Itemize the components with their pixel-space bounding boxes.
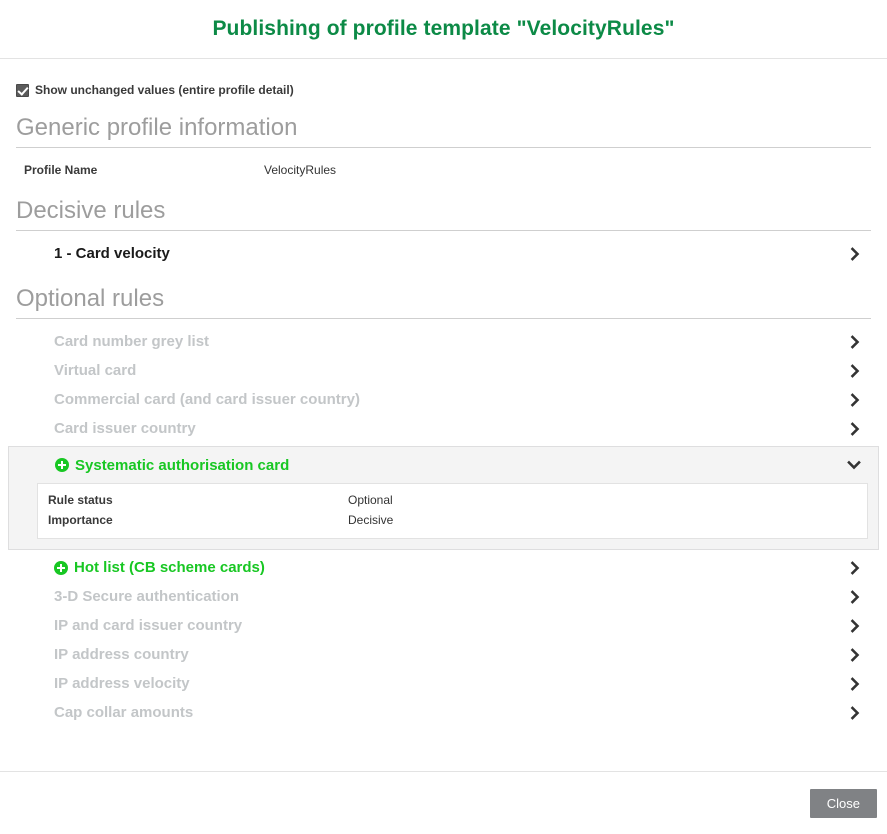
plus-circle-icon bbox=[54, 560, 68, 575]
rule-row-systematic-authorisation-card[interactable]: Systematic authorisation card bbox=[9, 447, 878, 483]
table-row: Rule status Optional bbox=[38, 490, 867, 510]
rule-status-label: Rule status bbox=[48, 493, 113, 507]
plus-circle-icon bbox=[55, 458, 69, 472]
chevron-right-icon[interactable] bbox=[847, 392, 863, 408]
rule-label: IP address velocity bbox=[54, 675, 190, 692]
rule-row-card-velocity[interactable]: 1 - Card velocity bbox=[8, 239, 879, 268]
rule-label: Hot list (CB scheme cards) bbox=[74, 559, 265, 576]
rule-row-card-issuer-country[interactable]: Card issuer country bbox=[8, 414, 879, 443]
rule-row-ip-address-velocity[interactable]: IP address velocity bbox=[8, 669, 879, 698]
rule-label: IP address country bbox=[54, 646, 189, 663]
profile-name-value: VelocityRules bbox=[264, 163, 337, 177]
importance-value: Decisive bbox=[348, 513, 394, 527]
rule-label: IP and card issuer country bbox=[54, 617, 243, 634]
rule-row-3d-secure-authentication[interactable]: 3-D Secure authentication bbox=[8, 582, 879, 611]
rule-label: Systematic authorisation card bbox=[75, 456, 290, 474]
table-row: Importance Decisive bbox=[38, 510, 867, 530]
chevron-right-icon[interactable] bbox=[847, 589, 863, 605]
chevron-down-icon[interactable] bbox=[846, 457, 862, 473]
rule-label: Card number grey list bbox=[54, 333, 210, 350]
rule-label: 1 - Card velocity bbox=[54, 245, 170, 262]
rule-label: Cap collar amounts bbox=[54, 704, 194, 721]
rule-panel-details: Rule status Optional Importance Decisive bbox=[37, 483, 868, 539]
chevron-right-icon[interactable] bbox=[847, 705, 863, 721]
rule-details-table: Rule status Optional Importance Decisive bbox=[38, 490, 867, 530]
section-header-generic-profile-information: Generic profile information bbox=[16, 113, 871, 148]
rule-row-hot-list[interactable]: Hot list (CB scheme cards) bbox=[8, 553, 879, 582]
section-header-decisive-rules: Decisive rules bbox=[16, 196, 871, 231]
rule-row-cap-collar-amounts[interactable]: Cap collar amounts bbox=[8, 698, 879, 727]
rule-label: 3-D Secure authentication bbox=[54, 588, 240, 605]
page-title: Publishing of profile template "Velocity… bbox=[212, 17, 675, 40]
chevron-right-icon[interactable] bbox=[847, 363, 863, 379]
rule-panel-systematic-authorisation-card: Systematic authorisation card Rule statu… bbox=[8, 446, 879, 550]
rule-row-card-number-grey-list[interactable]: Card number grey list bbox=[8, 327, 879, 356]
rule-label: Commercial card (and card issuer country… bbox=[54, 391, 360, 408]
rule-label: Virtual card bbox=[54, 362, 137, 379]
chevron-right-icon[interactable] bbox=[847, 334, 863, 350]
chevron-right-icon[interactable] bbox=[847, 246, 863, 262]
rule-label: Card issuer country bbox=[54, 420, 196, 437]
close-button[interactable]: Close bbox=[809, 788, 877, 818]
rule-row-ip-address-country[interactable]: IP address country bbox=[8, 640, 879, 669]
show-unchanged-values-row[interactable]: Show unchanged values (entire profile de… bbox=[8, 59, 879, 97]
dialog-header: Publishing of profile template "Velocity… bbox=[0, 0, 887, 59]
rule-row-commercial-card[interactable]: Commercial card (and card issuer country… bbox=[8, 385, 879, 414]
generic-profile-table: Profile Name VelocityRules bbox=[24, 160, 871, 180]
chevron-right-icon[interactable] bbox=[847, 618, 863, 634]
dialog-body: Show unchanged values (entire profile de… bbox=[0, 59, 887, 771]
rule-row-virtual-card[interactable]: Virtual card bbox=[8, 356, 879, 385]
profile-name-label: Profile Name bbox=[24, 163, 98, 177]
decisive-rules-list: 1 - Card velocity bbox=[8, 239, 879, 268]
chevron-right-icon[interactable] bbox=[847, 676, 863, 692]
chevron-right-icon[interactable] bbox=[847, 647, 863, 663]
optional-rules-list: Card number grey list Virtual card Comme… bbox=[8, 327, 879, 727]
show-unchanged-values-label: Show unchanged values (entire profile de… bbox=[35, 83, 294, 97]
rule-row-ip-and-card-issuer-country[interactable]: IP and card issuer country bbox=[8, 611, 879, 640]
dialog-footer: Close bbox=[0, 771, 887, 834]
rule-status-value: Optional bbox=[348, 493, 393, 507]
chevron-right-icon[interactable] bbox=[847, 560, 863, 576]
table-row: Profile Name VelocityRules bbox=[24, 160, 871, 180]
chevron-right-icon[interactable] bbox=[847, 421, 863, 437]
section-header-optional-rules: Optional rules bbox=[16, 284, 871, 319]
show-unchanged-values-checkbox[interactable] bbox=[16, 83, 29, 97]
importance-label: Importance bbox=[48, 513, 113, 527]
